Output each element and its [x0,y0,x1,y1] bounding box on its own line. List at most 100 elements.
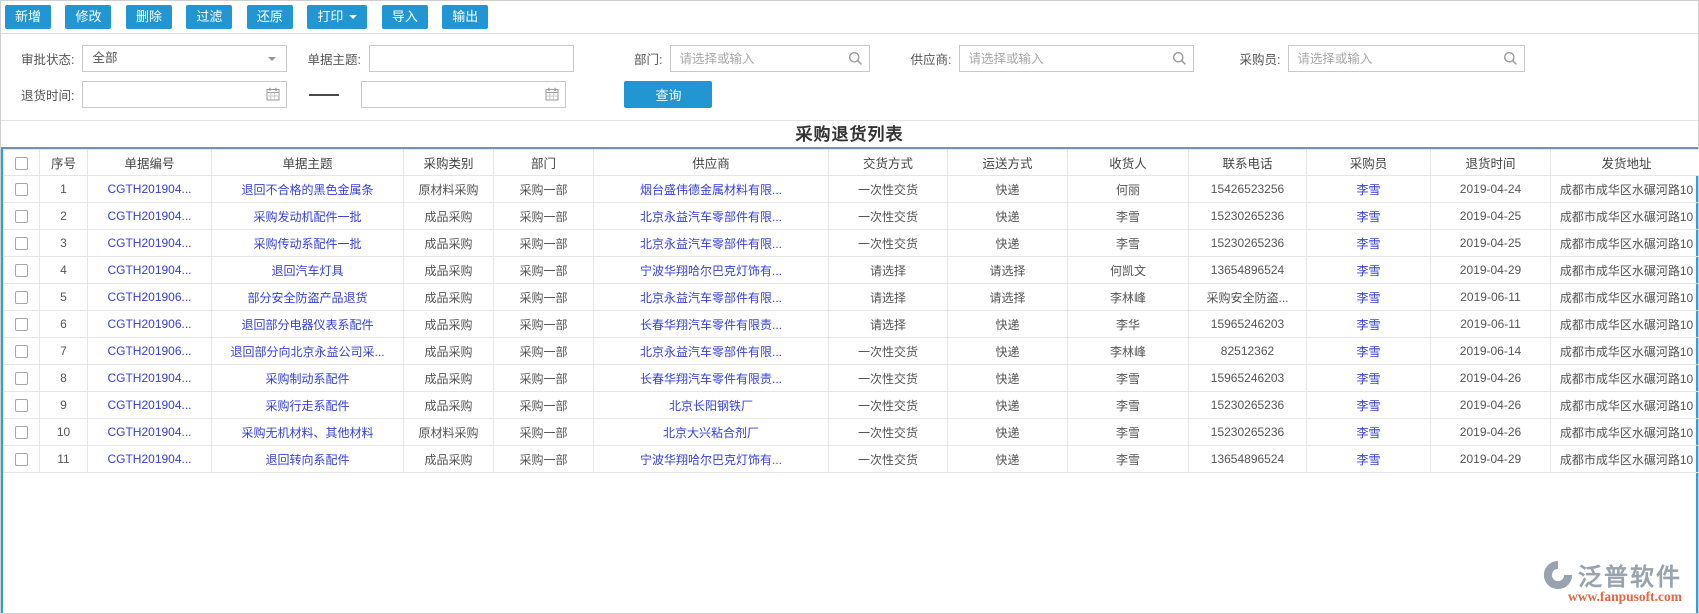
brand-watermark: 泛普软件 www.fanpusoft.com [1542,557,1682,605]
table-row[interactable]: 1 CGTH201904... 退回不合格的黑色金属条 原材料采购 采购一部 烟台盛伟德金… [3,175,1699,203]
cell-subject[interactable]: 退回转向系配件 [211,445,404,473]
cell-doc-no[interactable]: CGTH201904... [87,256,212,284]
column-header: 发货地址 [1550,149,1699,176]
approval-status-select[interactable]: 全部 [82,45,288,72]
cell-subject[interactable]: 退回部分向北京永益公司采... [211,337,404,365]
table-row[interactable]: 2 CGTH201904... 采购发动机配件一批 成品采购 采购一部 北京永益汽车零部件… [3,202,1699,230]
cell-purchaser[interactable]: 李雪 [1306,364,1431,392]
calendar-icon[interactable] [266,87,280,101]
cell-seq: 5 [39,283,88,311]
cell-doc-no[interactable]: CGTH201904... [87,175,212,203]
row-checkbox[interactable] [15,345,28,359]
cell-supplier[interactable]: 宁波华翔哈尔巴克灯饰有... [593,256,829,284]
print-button[interactable]: 打印 [307,5,368,29]
cell-doc-no[interactable]: CGTH201904... [87,418,212,446]
cell-supplier[interactable]: 北京长阳钢铁厂 [593,391,829,419]
cell-purchaser[interactable]: 李雪 [1306,283,1431,311]
purchase-return-table: 序号 单据编号 单据主题 采购类别 部门 供应商 交货方式 运送方式 收货人 联系电话 采购员 退货时… [3,149,1699,473]
cell-shipping: 快递 [947,229,1068,257]
cell-supplier[interactable]: 北京永益汽车零部件有限... [593,283,829,311]
cell-purchaser[interactable]: 李雪 [1306,310,1431,338]
cell-subject[interactable]: 退回部分电器仪表系配件 [211,310,404,338]
calendar-icon[interactable] [545,87,559,101]
toolbar: 新增 修改 删除 过滤 还原 打印 导入 输出 [1,1,1698,34]
search-icon[interactable] [1503,51,1518,66]
cell-doc-no[interactable]: CGTH201904... [87,202,212,230]
table-row[interactable]: 10 CGTH201904... 采购无机材料、其他材料 原材料采购 采购一部 北京大兴粘… [3,418,1699,446]
cell-supplier[interactable]: 烟台盛伟德金属材料有限... [593,175,829,203]
cell-doc-no[interactable]: CGTH201906... [87,283,212,311]
row-checkbox[interactable] [15,399,28,413]
table-row[interactable]: 3 CGTH201904... 采购传动系配件一批 成品采购 采购一部 北京永益汽车零部件… [3,229,1699,257]
row-checkbox[interactable] [15,372,28,386]
table-row[interactable]: 8 CGTH201904... 采购制动系配件 成品采购 采购一部 长春华翔汽车零件有限责… [3,364,1699,392]
cell-supplier[interactable]: 长春华翔汽车零件有限责... [593,364,829,392]
cell-return-date: 2019-06-11 [1430,310,1551,338]
restore-button[interactable]: 还原 [246,5,293,29]
edit-button[interactable]: 修改 [65,5,112,29]
search-icon[interactable] [848,51,863,66]
cell-supplier[interactable]: 长春华翔汽车零件有限责... [593,310,829,338]
cell-shipping: 快递 [947,310,1068,338]
select-all-checkbox[interactable] [15,156,28,170]
table-row[interactable]: 5 CGTH201906... 部分安全防盗产品退货 成品采购 采购一部 北京永益汽车零部… [3,283,1699,311]
cell-supplier[interactable]: 北京大兴粘合剂厂 [593,418,829,446]
row-checkbox[interactable] [15,291,28,305]
row-checkbox[interactable] [15,183,28,197]
return-time-from-input[interactable] [82,81,288,108]
cell-supplier[interactable]: 北京永益汽车零部件有限... [593,202,829,230]
cell-supplier[interactable]: 宁波华翔哈尔巴克灯饰有... [593,445,829,473]
cell-subject[interactable]: 采购传动系配件一批 [211,229,404,257]
cell-department: 采购一部 [493,337,594,365]
cell-purchaser[interactable]: 李雪 [1306,202,1431,230]
cell-purchaser[interactable]: 李雪 [1306,229,1431,257]
cell-department: 采购一部 [493,418,594,446]
cell-purchaser[interactable]: 李雪 [1306,175,1431,203]
row-checkbox[interactable] [15,210,28,224]
import-button[interactable]: 导入 [381,5,428,29]
cell-doc-no[interactable]: CGTH201904... [87,391,212,419]
supplier-input[interactable] [959,45,1195,72]
cell-subject[interactable]: 采购发动机配件一批 [211,202,404,230]
cell-doc-no[interactable]: CGTH201904... [87,445,212,473]
cell-doc-no[interactable]: CGTH201904... [87,364,212,392]
search-icon[interactable] [1172,51,1187,66]
row-checkbox[interactable] [15,264,28,278]
cell-purchaser[interactable]: 李雪 [1306,391,1431,419]
table-row[interactable]: 7 CGTH201906... 退回部分向北京永益公司采... 成品采购 采购一部 北京永… [3,337,1699,365]
cell-doc-no[interactable]: CGTH201906... [87,310,212,338]
table-row[interactable]: 6 CGTH201906... 退回部分电器仪表系配件 成品采购 采购一部 长春华翔汽车零… [3,310,1699,338]
cell-doc-no[interactable]: CGTH201904... [87,229,212,257]
cell-shipping: 快递 [947,364,1068,392]
add-button[interactable]: 新增 [5,5,52,29]
cell-subject[interactable]: 采购行走系配件 [211,391,404,419]
delete-button[interactable]: 删除 [125,5,172,29]
table-row[interactable]: 4 CGTH201904... 退回汽车灯具 成品采购 采购一部 宁波华翔哈尔巴克灯饰有.… [3,256,1699,284]
export-button[interactable]: 输出 [442,5,489,29]
row-checkbox[interactable] [15,426,28,440]
purchaser-input[interactable] [1288,45,1526,72]
cell-subject[interactable]: 部分安全防盗产品退货 [211,283,404,311]
table-row[interactable]: 11 CGTH201904... 退回转向系配件 成品采购 采购一部 宁波华翔哈尔巴克灯饰… [3,445,1699,473]
query-button[interactable]: 查询 [624,81,713,108]
row-checkbox[interactable] [15,453,28,467]
cell-purchaser[interactable]: 李雪 [1306,337,1431,365]
table-row[interactable]: 9 CGTH201904... 采购行走系配件 成品采购 采购一部 北京长阳钢铁厂 一次性交… [3,391,1699,419]
cell-subject[interactable]: 退回汽车灯具 [211,256,404,284]
return-time-to-input[interactable] [361,81,567,108]
cell-subject[interactable]: 退回不合格的黑色金属条 [211,175,404,203]
department-input[interactable] [670,45,871,72]
cell-subject[interactable]: 采购制动系配件 [211,364,404,392]
cell-supplier[interactable]: 北京永益汽车零部件有限... [593,337,829,365]
cell-purchaser[interactable]: 李雪 [1306,445,1431,473]
cell-address: 成都市成华区水碾河路10 [1550,283,1699,311]
row-checkbox[interactable] [15,318,28,332]
cell-purchaser[interactable]: 李雪 [1306,418,1431,446]
filter-button[interactable]: 过滤 [186,5,233,29]
cell-supplier[interactable]: 北京永益汽车零部件有限... [593,229,829,257]
cell-purchaser[interactable]: 李雪 [1306,256,1431,284]
row-checkbox[interactable] [15,237,28,251]
subject-input[interactable] [368,45,574,72]
cell-doc-no[interactable]: CGTH201906... [87,337,212,365]
cell-subject[interactable]: 采购无机材料、其他材料 [211,418,404,446]
